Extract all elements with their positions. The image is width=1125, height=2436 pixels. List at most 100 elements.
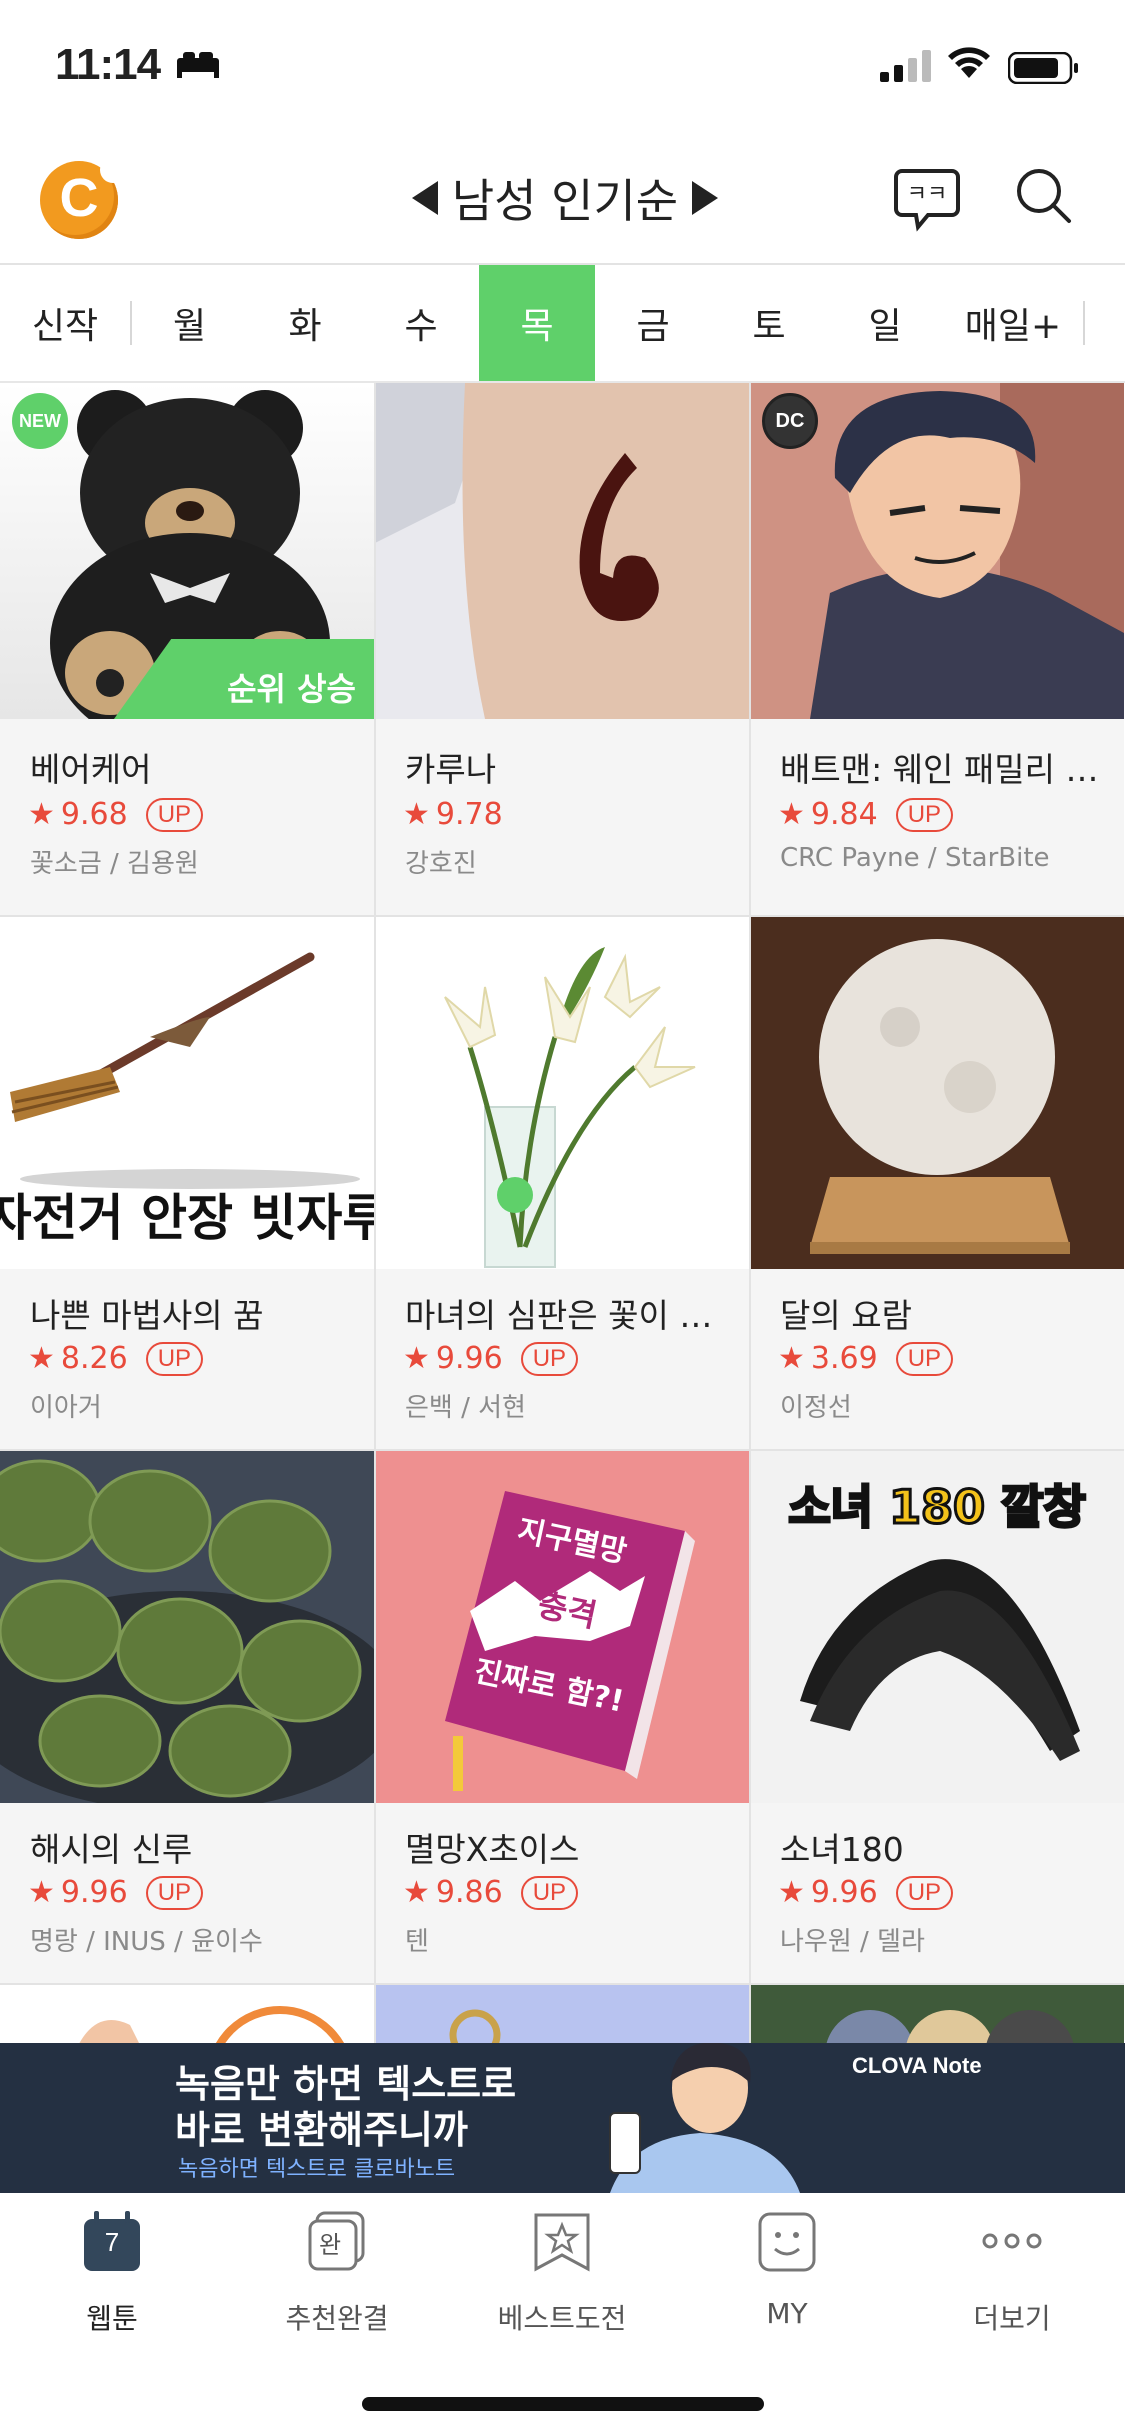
- card-info: 멸망X초이스 ★ 9.86 UP 텐: [375, 1803, 749, 1985]
- webtoon-card[interactable]: 마녀의 심판은 꽃이 된다 ★ 9.96 UP 은백 / 서현: [375, 917, 749, 1451]
- webtoon-author: 나우원 / 델라: [780, 1927, 925, 1957]
- nav-label: MY: [766, 2297, 808, 2330]
- status-bar: 11:14: [0, 0, 1125, 135]
- up-badge: UP: [520, 1341, 579, 1376]
- up-badge: UP: [895, 1341, 954, 1376]
- book-thumbnail-art: 지구멸망 충격 진짜로 함?!: [375, 1451, 749, 1803]
- tab-daily-plus[interactable]: 매일+: [943, 265, 1083, 381]
- grid-divider: [374, 383, 376, 2043]
- thumbnail: 소녀 180 깔창: [750, 1451, 1124, 1803]
- rice-cracker-thumbnail-art: [0, 1451, 374, 1803]
- webtoon-card[interactable]: 소녀 180 깔창 소녀180 ★ 9.96 UP 나우원 / 델라: [750, 1451, 1124, 1985]
- grid-divider: [749, 383, 751, 2043]
- tab-wed[interactable]: 수: [363, 265, 479, 381]
- thumbnail-caption: 소녀 180 깔창: [788, 1480, 1085, 1534]
- webtoon-title: 나쁜 마법사의 꿈: [30, 1296, 264, 1335]
- webtoon-author: CRC Payne / StarBite: [780, 843, 1050, 873]
- rating-value: 9.96: [435, 1341, 503, 1376]
- thumbnail: [826, 2010, 1074, 2043]
- tab-divider: [1083, 265, 1085, 381]
- card-info: 배트맨: 웨인 패밀리 어드벤처 ★9.84 UP CRC Payne / Sta…: [750, 719, 1124, 917]
- sort-selector[interactable]: 남성 인기순: [380, 163, 750, 233]
- next-arrow-icon[interactable]: [692, 181, 719, 215]
- webtoon-card[interactable]: [750, 1985, 1124, 2043]
- webtoon-author: 꽃소금 / 김용원: [30, 849, 199, 879]
- star-icon: ★: [28, 797, 55, 832]
- rating: ★ 9.96 UP: [403, 1341, 579, 1376]
- rating-value: 9.96: [60, 1875, 128, 1910]
- ad-banner[interactable]: 녹음만 하면 텍스트로 바로 변환해주니까 녹음하면 텍스트로 클로바노트 CL…: [0, 2043, 1125, 2193]
- new-badge: NEW: [12, 393, 68, 449]
- tab-thu[interactable]: 목: [479, 265, 595, 381]
- broom-thumbnail-art: 자전거 안장 빗자루: [0, 952, 374, 1247]
- webtoon-grid: NEW 순위 상승 베어케어 ★ 9.68 UP 꽃소금 / 김용원 카루나 ★ 9.…: [0, 383, 1125, 2043]
- ad-headline-2: 바로 변환해주니까: [175, 2108, 468, 2152]
- nav-label: 베스트도전: [497, 2302, 627, 2335]
- up-badge: UP: [145, 797, 204, 832]
- ad-brand: CLOVA Note: [852, 2053, 982, 2078]
- card-info: 베어케어 ★ 9.68 UP 꽃소금 / 김용원: [0, 719, 374, 917]
- webtoon-card[interactable]: NEW 순위 상승 베어케어 ★ 9.68 UP 꽃소금 / 김용원: [0, 383, 374, 917]
- webtoon-card[interactable]: 자전거 안장 빗자루 나쁜 마법사의 꿈 ★ 8.26 UP 이아거: [0, 917, 374, 1451]
- star-icon: ★: [403, 797, 430, 832]
- nav-my[interactable]: MY: [687, 2211, 887, 2341]
- nav-label: 더보기: [973, 2302, 1051, 2335]
- webtoon-card[interactable]: [0, 1985, 374, 2043]
- thumbnail: 자전거 안장 빗자루: [0, 917, 374, 1269]
- star-icon: ★: [403, 1875, 430, 1910]
- webtoon-cookie-logo[interactable]: C: [40, 157, 126, 239]
- up-badge: UP: [520, 1875, 579, 1910]
- tab-sat[interactable]: 토: [711, 265, 827, 381]
- search-icon[interactable]: [1013, 165, 1073, 225]
- tab-new[interactable]: 신작: [0, 265, 130, 381]
- more-dots-icon: [982, 2233, 1042, 2249]
- rating: ★ 9.96 UP: [28, 1875, 204, 1910]
- nav-best-challenge[interactable]: 베스트도전: [462, 2211, 662, 2341]
- thumbnail: [449, 2009, 501, 2043]
- webtoon-title: 배트맨: 웨인 패밀리 어드벤처: [780, 750, 1110, 789]
- tab-fri[interactable]: 금: [595, 265, 711, 381]
- webtoon-card[interactable]: [375, 1985, 749, 2043]
- prev-arrow-icon[interactable]: [411, 181, 438, 215]
- nav-recommended-complete[interactable]: 완 추천완결: [237, 2211, 437, 2341]
- star-icon: ★: [778, 797, 805, 832]
- up-badge: UP: [895, 797, 954, 832]
- rating-value: 9.78: [435, 797, 503, 832]
- card-info: 해시의 신루 ★ 9.96 UP 명랑 / INUS / 윤이수: [0, 1803, 374, 1985]
- rating: ★ 9.84 UP: [778, 797, 954, 832]
- webtoon-card[interactable]: 해시의 신루 ★ 9.96 UP 명랑 / INUS / 윤이수: [0, 1451, 374, 1985]
- thumbnail: [750, 917, 1124, 1269]
- thumbnail-caption: 자전거 안장 빗자루: [0, 1188, 374, 1247]
- home-indicator[interactable]: [362, 2397, 764, 2411]
- nav-webtoon[interactable]: 7 웹툰: [12, 2211, 212, 2341]
- svg-text:ㅋㅋ: ㅋㅋ: [907, 182, 947, 207]
- thumbnail: [375, 383, 749, 719]
- webtoon-card[interactable]: 카루나 ★ 9.78 강호진: [375, 383, 749, 917]
- webtoon-card[interactable]: 달의 요람 ★ 3.69 UP 이정선: [750, 917, 1124, 1451]
- rating: ★ 9.96 UP: [778, 1875, 954, 1910]
- rating-value: 3.69: [810, 1341, 878, 1376]
- up-badge: UP: [145, 1341, 204, 1376]
- webtoon-title: 멸망X초이스: [405, 1830, 580, 1869]
- star-icon: ★: [778, 1341, 805, 1376]
- webtoon-card[interactable]: DC 배트맨: 웨인 패밀리 어드벤처 ★9.84 UP CRC Payne / …: [750, 383, 1124, 917]
- tab-sun[interactable]: 일: [827, 265, 943, 381]
- status-time: 11:14: [55, 40, 161, 89]
- cellular-signal-icon: [880, 50, 931, 82]
- rating-value: 9.96: [810, 1875, 878, 1910]
- tab-tue[interactable]: 화: [247, 265, 363, 381]
- card-info: 달의 요람 ★ 3.69 UP 이정선: [750, 1269, 1124, 1451]
- moon-lamp-thumbnail-art: [750, 917, 1124, 1269]
- rating: ★ 9.86 UP: [403, 1875, 579, 1910]
- webtoon-card[interactable]: 지구멸망 충격 진짜로 함?! 멸망X초이스 ★ 9.86 UP 텐: [375, 1451, 749, 1985]
- up-badge: UP: [145, 1875, 204, 1910]
- rating: ★ 8.26 UP: [28, 1341, 204, 1376]
- comments-icon[interactable]: ㅋㅋ: [892, 163, 962, 233]
- calendar-day: 7: [104, 2227, 120, 2257]
- tattoo-thumbnail-art: [375, 383, 749, 719]
- smile-icon: [758, 2212, 816, 2272]
- sleep-focus-icon: [177, 52, 219, 78]
- nav-more[interactable]: 더보기: [912, 2211, 1112, 2341]
- webtoon-author: 텐: [405, 1927, 429, 1957]
- tab-mon[interactable]: 월: [132, 265, 247, 381]
